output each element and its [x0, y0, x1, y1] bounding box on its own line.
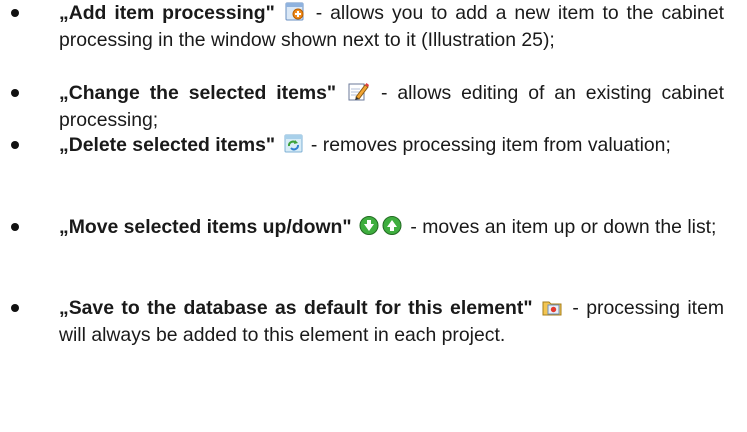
move-down-up-icons: [359, 215, 403, 236]
item-title: „Move selected items up/down": [59, 216, 352, 238]
delete-item-icon: [283, 133, 304, 154]
add-item-icon: [285, 1, 306, 22]
bullet-dot: [11, 223, 19, 231]
list-item-text: „Change the selected items" - allows edi…: [59, 80, 724, 133]
list-item-text: „Delete selected items" - removes proces…: [59, 132, 724, 159]
item-title: „Add item processing": [59, 2, 275, 24]
list-item-text: „Add item processing" - allows you to ad…: [59, 0, 724, 53]
item-title: „Delete selected items": [59, 134, 276, 156]
item-title: „Change the selected items": [59, 82, 337, 104]
bullet-dot: [11, 304, 19, 312]
item-description: - moves an item up or down the list;: [404, 216, 717, 238]
bullet-dot: [11, 141, 19, 149]
list-item-text: „Move selected items up/down" - moves an…: [59, 214, 724, 241]
edit-pencil-icon: [348, 81, 370, 102]
list-item-text: „Save to the database as default for thi…: [59, 295, 724, 348]
bullet-dot: [11, 9, 19, 17]
save-database-icon: [542, 296, 563, 317]
item-title: „Save to the database as default for thi…: [59, 297, 533, 319]
bullet-dot: [11, 89, 19, 97]
document-page: „Add item processing" - allows you to ad…: [0, 0, 747, 432]
item-description: - removes processing item from valuation…: [305, 134, 671, 156]
